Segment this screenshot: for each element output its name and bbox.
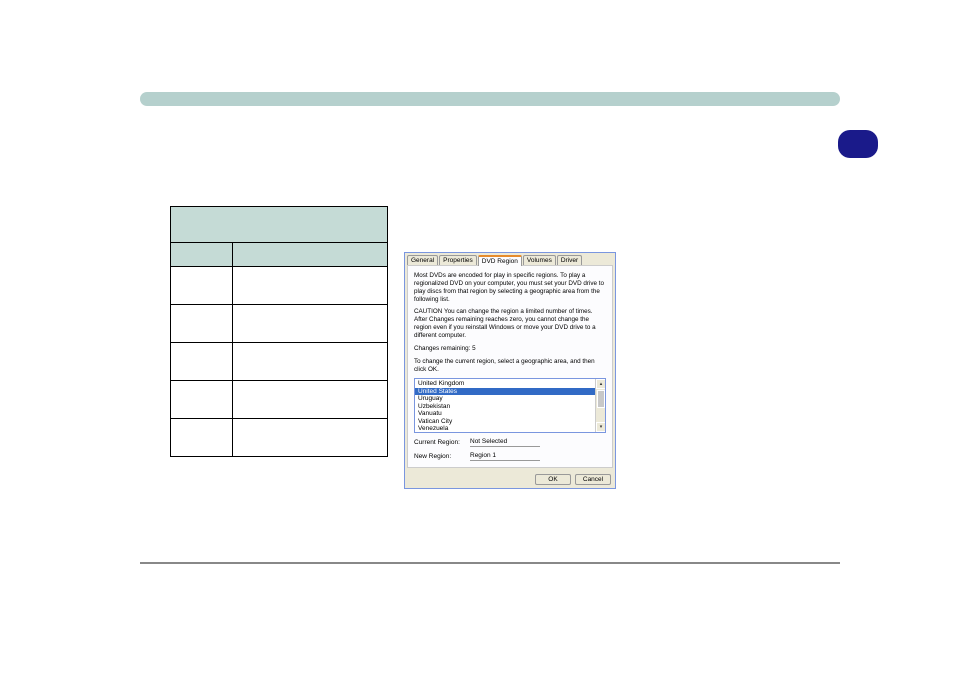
instruction-text: To change the current region, select a g… xyxy=(414,358,606,374)
dvd-region-dialog: General Properties DVD Region Volumes Dr… xyxy=(404,252,616,489)
current-region-row: Current Region: Not Selected xyxy=(414,438,606,447)
scroll-up-icon[interactable]: ▴ xyxy=(596,379,606,389)
country-listbox[interactable]: United Kingdom United States Uruguay Uzb… xyxy=(414,378,606,433)
current-region-label: Current Region: xyxy=(414,439,466,446)
table-cell xyxy=(171,419,233,457)
ok-button[interactable]: OK xyxy=(535,474,571,485)
list-item[interactable]: Vatican City xyxy=(415,418,605,425)
table-cell xyxy=(171,381,233,419)
list-item-selected[interactable]: United States xyxy=(415,388,605,395)
scroll-thumb[interactable] xyxy=(597,390,605,408)
changes-remaining-text: Changes remaining: 5 xyxy=(414,345,606,353)
table-header xyxy=(171,207,388,243)
caution-text: CAUTION You can change the region a limi… xyxy=(414,308,606,339)
table-cell xyxy=(232,267,387,305)
list-item[interactable]: Venezuela xyxy=(415,425,605,432)
table-cell xyxy=(232,381,387,419)
table-col-header-region xyxy=(171,243,233,267)
tab-panel-dvd-region: Most DVDs are encoded for play in specif… xyxy=(407,265,613,468)
new-region-label: New Region: xyxy=(414,453,466,460)
list-item[interactable]: Vanuatu xyxy=(415,410,605,417)
table-cell xyxy=(232,419,387,457)
cancel-button[interactable]: Cancel xyxy=(575,474,611,485)
dialog-button-row: OK Cancel xyxy=(405,471,615,488)
footer-divider xyxy=(140,562,840,564)
list-item[interactable]: Uruguay xyxy=(415,395,605,402)
list-item[interactable]: Uzbekistan xyxy=(415,403,605,410)
table-cell xyxy=(171,343,233,381)
listbox-scrollbar[interactable]: ▴ ▾ xyxy=(595,379,605,432)
current-region-value: Not Selected xyxy=(470,438,540,447)
table-cell xyxy=(232,305,387,343)
table-cell xyxy=(171,305,233,343)
intro-text: Most DVDs are encoded for play in specif… xyxy=(414,272,606,303)
region-codes-table xyxy=(170,206,388,457)
tab-dvd-region[interactable]: DVD Region xyxy=(478,255,522,266)
table-cell xyxy=(232,343,387,381)
table-cell xyxy=(171,267,233,305)
table-col-header-area xyxy=(232,243,387,267)
scroll-down-icon[interactable]: ▾ xyxy=(596,422,606,432)
new-region-value: Region 1 xyxy=(470,452,540,461)
page-indicator-pill xyxy=(838,130,878,158)
list-item[interactable]: United Kingdom xyxy=(415,380,605,387)
header-divider-bar xyxy=(140,92,840,106)
new-region-row: New Region: Region 1 xyxy=(414,452,606,461)
